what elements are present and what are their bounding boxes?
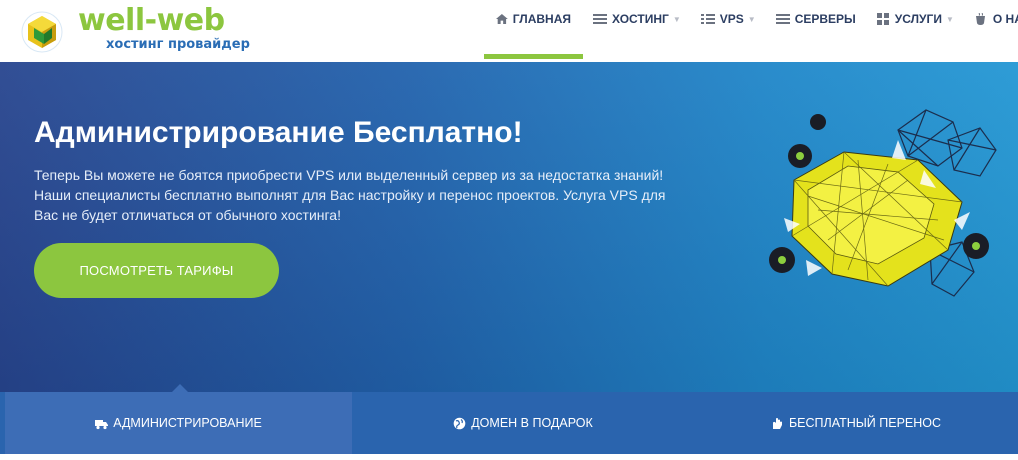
main-nav: ГЛАВНАЯ ХОСТИНГ ▼ VPS ▼ СЕРВЕРЫ УСЛУГИ ▼…: [484, 0, 1018, 62]
feature-tabs: АДМИНИСТРИРОВАНИЕ ДОМЕН В ПОДАРОК БЕСПЛА…: [0, 384, 1018, 460]
nav-item-servers[interactable]: СЕРВЕРЫ: [766, 0, 866, 38]
tab-administration[interactable]: АДМИНИСТРИРОВАНИЕ: [5, 384, 352, 454]
list-icon: [593, 14, 607, 24]
tab-label: БЕСПЛАТНЫЙ ПЕРЕНОС: [788, 416, 942, 430]
chevron-down-icon: ▼: [747, 14, 756, 24]
grid-list-icon: [700, 14, 715, 24]
globe-icon: [453, 417, 466, 429]
tab-free-migration[interactable]: БЕСПЛАТНЫЙ ПЕРЕНОС: [694, 392, 1018, 454]
nav-item-label: УСЛУГИ: [894, 12, 942, 26]
nav-item-label: СЕРВЕРЫ: [794, 12, 856, 26]
nav-item-label: ХОСТИНГ: [612, 12, 669, 26]
home-icon: [496, 13, 508, 25]
servers-icon: [775, 14, 790, 24]
wireframe-illustration: [769, 109, 997, 297]
nav-item-label: ГЛАВНАЯ: [512, 12, 571, 26]
view-tariffs-button[interactable]: ПОСМОТРЕТЬ ТАРИФЫ: [34, 243, 279, 298]
tab-label: ДОМЕН В ПОДАРОК: [471, 416, 593, 430]
puzzle-icon: [876, 13, 889, 25]
logo-cube-icon: [21, 11, 63, 53]
coffee-icon: [975, 13, 985, 25]
nav-item-services[interactable]: УСЛУГИ ▼: [866, 0, 964, 38]
nav-item-about[interactable]: О НАС: [964, 0, 1018, 38]
hero-description: Теперь Вы можете не боятся приобрести VP…: [34, 167, 666, 223]
tab-label: АДМИНИСТРИРОВАНИЕ: [113, 416, 262, 430]
nav-item-vps[interactable]: VPS ▼: [691, 0, 766, 38]
site-logo[interactable]: well-web хостинг провайдер: [14, 4, 254, 56]
hero-title-bold: Администрирование: [34, 116, 345, 149]
chevron-down-icon: ▼: [672, 14, 681, 24]
truck-icon: [95, 419, 109, 429]
nav-item-label: VPS: [719, 12, 744, 26]
site-header: well-web хостинг провайдер ГЛАВНАЯ ХОСТИ…: [0, 0, 1018, 62]
chevron-down-icon: ▼: [945, 14, 954, 24]
hand-icon: [772, 417, 782, 429]
hero-banner: Администрирование Бесплатно! Теперь Вы м…: [0, 62, 1018, 392]
nav-item-home[interactable]: ГЛАВНАЯ: [484, 0, 583, 59]
logo-subtitle: хостинг провайдер: [106, 37, 250, 52]
nav-item-hosting[interactable]: ХОСТИНГ ▼: [583, 0, 691, 38]
hero-title-light: Бесплатно!: [353, 116, 523, 149]
logo-title: well-web: [78, 3, 225, 38]
hero-title: Администрирование Бесплатно!: [34, 116, 523, 150]
tab-free-domain[interactable]: ДОМЕН В ПОДАРОК: [352, 392, 694, 454]
nav-item-label: О НАС: [992, 12, 1018, 26]
